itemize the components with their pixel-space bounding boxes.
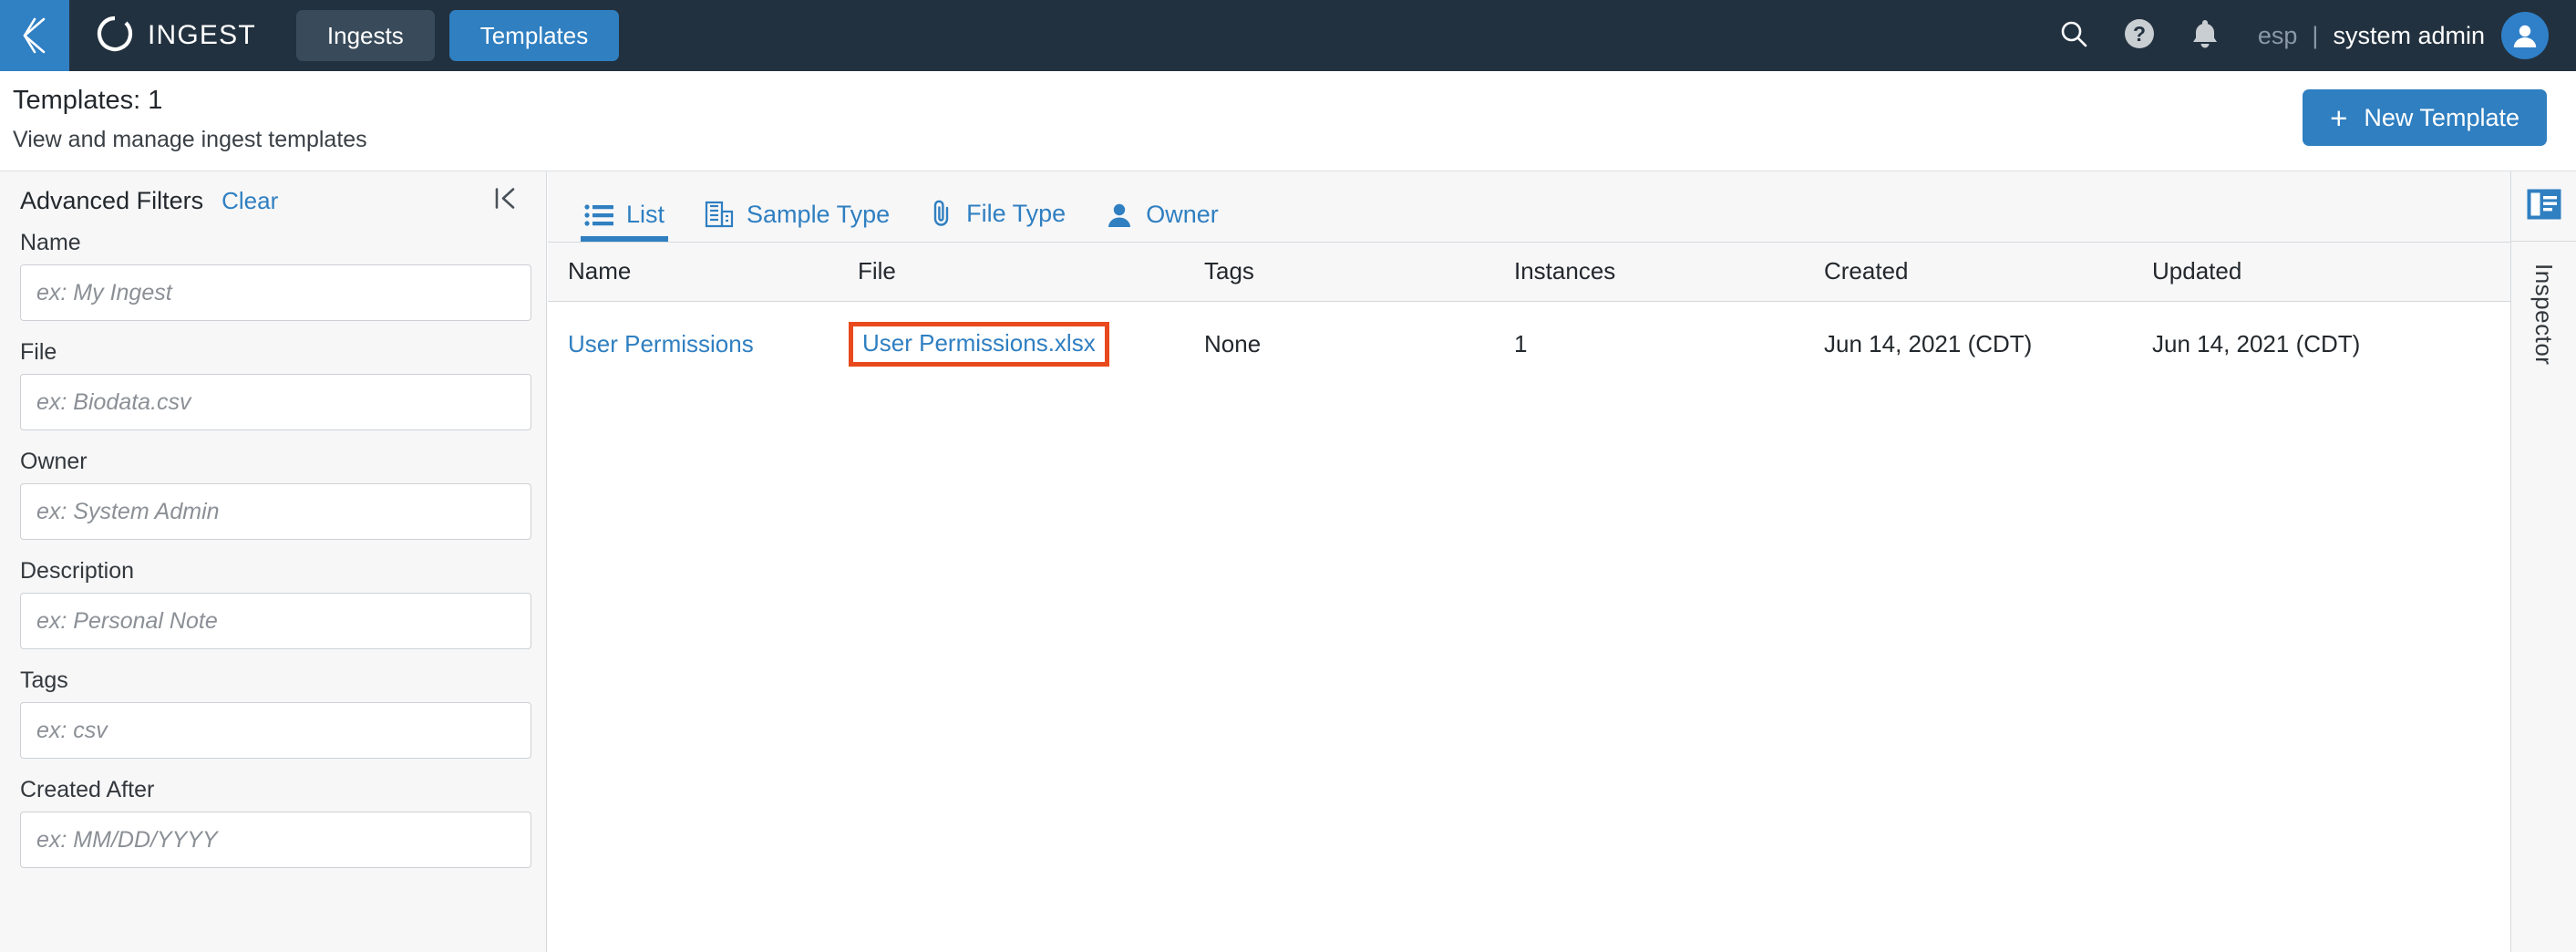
filter-field-created-after: Created After bbox=[20, 777, 531, 868]
templates-table-wrapper: Name File Tags Instances Created Updated… bbox=[548, 243, 2510, 387]
cell-file: User Permissions.xlsx bbox=[849, 301, 1204, 387]
inspector-panel-rail: Inspector bbox=[2510, 171, 2576, 952]
tab-list[interactable]: List bbox=[564, 201, 685, 242]
filter-label-description: Description bbox=[20, 558, 135, 584]
filter-field-description: Description bbox=[20, 558, 531, 649]
column-header-created[interactable]: Created bbox=[1824, 243, 2152, 302]
filter-label-file: File bbox=[20, 339, 57, 365]
template-file-link[interactable]: User Permissions.xlsx bbox=[862, 329, 1096, 357]
column-header-instances[interactable]: Instances bbox=[1514, 243, 1824, 302]
column-header-name[interactable]: Name bbox=[548, 243, 858, 302]
tab-list-label: List bbox=[626, 201, 665, 228]
back-chevron-icon bbox=[16, 16, 53, 56]
advanced-filters-sidebar: Advanced Filters Clear Name File Owner D… bbox=[0, 171, 547, 952]
template-name-link[interactable]: User Permissions bbox=[568, 330, 754, 357]
grid-building-icon bbox=[705, 200, 734, 229]
tenant-label: esp bbox=[2257, 21, 2298, 49]
notifications-button[interactable] bbox=[2172, 0, 2238, 71]
paperclip-icon bbox=[930, 198, 953, 229]
filter-input-file[interactable] bbox=[20, 374, 531, 430]
filter-label-name: Name bbox=[20, 230, 81, 255]
user-menu[interactable]: esp | system admin bbox=[2258, 12, 2549, 59]
filter-input-created-after[interactable] bbox=[20, 812, 531, 868]
cell-name: User Permissions bbox=[548, 301, 858, 387]
table-row[interactable]: User Permissions User Permissions.xlsx N… bbox=[548, 301, 2510, 387]
top-navigation-bar: INGEST Ingests Templates ? esp | system … bbox=[0, 0, 2576, 71]
plus-icon: + bbox=[2330, 100, 2348, 135]
back-button[interactable] bbox=[0, 0, 69, 71]
new-template-button-label: New Template bbox=[2364, 103, 2519, 131]
cell-created: Jun 14, 2021 (CDT) bbox=[1824, 329, 2033, 357]
nav-tab-templates[interactable]: Templates bbox=[448, 10, 620, 61]
filter-field-owner: Owner bbox=[20, 449, 531, 540]
collapse-panel-icon bbox=[493, 185, 519, 217]
nav-tab-templates-label: Templates bbox=[479, 21, 589, 49]
tab-file-type-label: File Type bbox=[966, 199, 1066, 227]
topbar-actions: ? esp | system admin bbox=[2041, 0, 2576, 71]
new-template-button[interactable]: + New Template bbox=[2303, 89, 2547, 146]
page-subtitle: View and manage ingest templates bbox=[13, 127, 367, 152]
filters-header: Advanced Filters Clear bbox=[20, 171, 526, 230]
tenant-separator: | bbox=[2312, 21, 2319, 49]
brand-name: INGEST bbox=[148, 20, 256, 50]
column-header-file[interactable]: File bbox=[858, 243, 1204, 302]
tab-file-type[interactable]: File Type bbox=[910, 198, 1086, 242]
filter-input-owner[interactable] bbox=[20, 483, 531, 540]
svg-text:?: ? bbox=[2133, 22, 2146, 46]
filter-field-name: Name bbox=[20, 230, 531, 321]
primary-nav-tabs: Ingests Templates bbox=[295, 0, 620, 71]
notifications-bell-icon bbox=[2190, 17, 2221, 55]
avatar bbox=[2501, 12, 2549, 59]
filter-input-tags[interactable] bbox=[20, 702, 531, 759]
tab-owner-label: Owner bbox=[1146, 201, 1219, 228]
list-icon bbox=[584, 202, 613, 228]
tab-active-underline bbox=[581, 236, 669, 242]
nav-tab-ingests-label: Ingests bbox=[326, 21, 404, 49]
person-icon bbox=[1106, 202, 1133, 229]
inspector-panel-icon bbox=[2527, 189, 2561, 224]
tab-sample-type[interactable]: Sample Type bbox=[685, 200, 910, 242]
filter-label-created-after: Created After bbox=[20, 777, 155, 802]
filter-input-name[interactable] bbox=[20, 264, 531, 321]
column-header-updated[interactable]: Updated bbox=[2152, 243, 2510, 302]
help-icon: ? bbox=[2123, 17, 2156, 55]
clear-filters-link[interactable]: Clear bbox=[222, 187, 278, 215]
filter-field-tags: Tags bbox=[20, 667, 531, 759]
ingest-ring-logo-icon bbox=[95, 14, 135, 58]
brand[interactable]: INGEST bbox=[69, 0, 256, 71]
search-button[interactable] bbox=[2041, 0, 2107, 71]
tab-owner[interactable]: Owner bbox=[1086, 201, 1239, 242]
filter-label-tags: Tags bbox=[20, 667, 68, 693]
file-link-highlight: User Permissions.xlsx bbox=[849, 321, 1109, 367]
templates-table: Name File Tags Instances Created Updated… bbox=[548, 243, 2510, 387]
page-header: Templates: 1 View and manage ingest temp… bbox=[0, 71, 2576, 171]
tab-sample-type-label: Sample Type bbox=[747, 200, 891, 228]
filter-label-owner: Owner bbox=[20, 449, 88, 474]
filter-input-description[interactable] bbox=[20, 593, 531, 649]
collapse-sidebar-button[interactable] bbox=[493, 185, 519, 217]
table-header-row: Name File Tags Instances Created Updated bbox=[548, 243, 2510, 302]
table-header: Name File Tags Instances Created Updated bbox=[548, 243, 2510, 302]
page-title: Templates: 1 bbox=[13, 86, 163, 115]
filter-field-file: File bbox=[20, 339, 531, 430]
help-button[interactable]: ? bbox=[2107, 0, 2172, 71]
nav-tab-ingests[interactable]: Ingests bbox=[295, 10, 435, 61]
user-name-label: system admin bbox=[2333, 21, 2485, 49]
cell-tags: None bbox=[1204, 329, 1262, 357]
cell-instances: 1 bbox=[1514, 329, 1528, 357]
column-header-tags[interactable]: Tags bbox=[1204, 243, 1514, 302]
search-icon bbox=[2058, 18, 2089, 54]
view-tabs: List Sample Type File Type Owner bbox=[548, 171, 2510, 243]
cell-updated: Jun 14, 2021 (CDT) bbox=[2152, 329, 2361, 357]
main-content: List Sample Type File Type Owner Name Fi… bbox=[548, 171, 2510, 952]
filters-title: Advanced Filters bbox=[20, 186, 204, 214]
inspector-toggle-button[interactable] bbox=[2510, 171, 2576, 242]
inspector-label: Inspector bbox=[2530, 264, 2558, 366]
table-body: User Permissions User Permissions.xlsx N… bbox=[548, 301, 2510, 387]
